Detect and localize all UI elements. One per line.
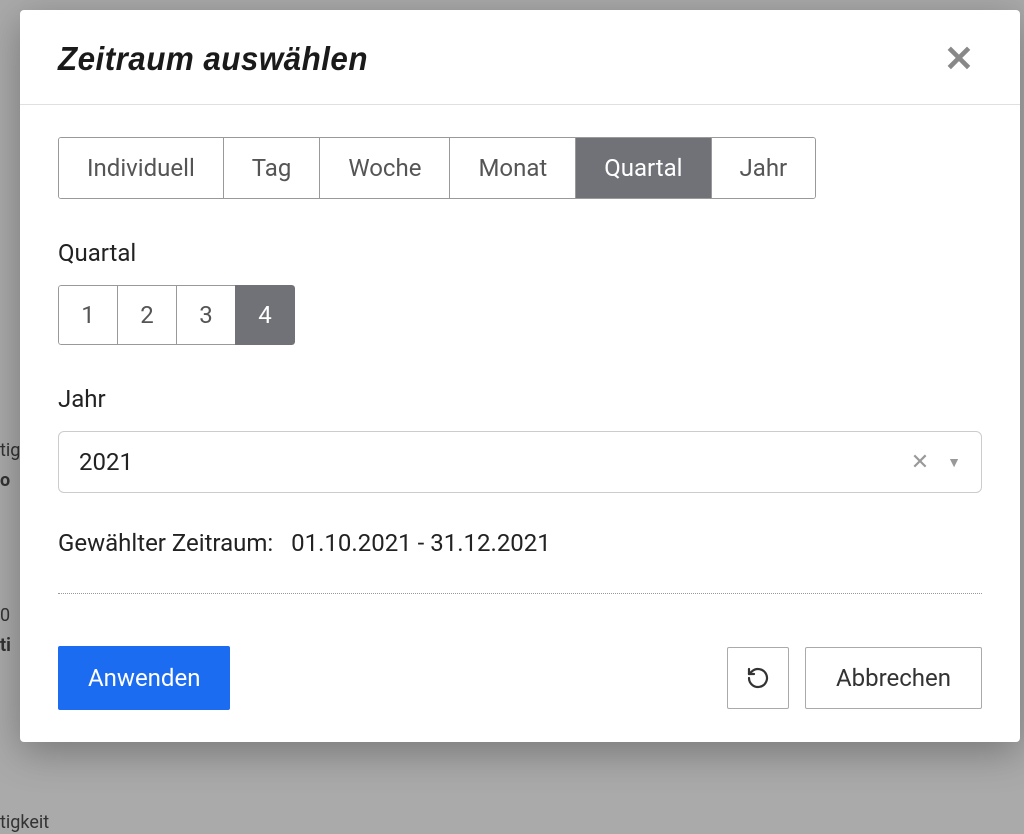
tab-individual[interactable]: Individuell xyxy=(59,138,224,198)
bg-fragment: ti xyxy=(0,635,11,656)
quarter-3-button[interactable]: 3 xyxy=(176,285,236,345)
chevron-down-icon: ▼ xyxy=(947,454,961,471)
modal-title: Zeitraum auswählen xyxy=(58,40,368,78)
undo-icon xyxy=(746,666,770,690)
year-select[interactable]: 2021 ✕ ▼ xyxy=(58,431,982,493)
selected-range-value: 01.10.2021 - 31.12.2021 xyxy=(291,529,551,557)
apply-button[interactable]: Anwenden xyxy=(58,646,230,710)
tab-quarter[interactable]: Quartal xyxy=(576,138,711,198)
cancel-button[interactable]: Abbrechen xyxy=(805,647,982,709)
time-range-modal: Zeitraum auswählen ✕ Individuell Tag Woc… xyxy=(20,10,1020,742)
tab-year[interactable]: Jahr xyxy=(712,138,816,198)
reset-button[interactable] xyxy=(727,647,789,709)
bg-fragment: o xyxy=(0,470,10,491)
year-label: Jahr xyxy=(58,385,982,413)
close-icon: ✕ xyxy=(944,38,974,79)
close-button[interactable]: ✕ xyxy=(936,41,982,77)
modal-footer: Anwenden Abbrechen xyxy=(20,646,1020,742)
modal-header: Zeitraum auswählen ✕ xyxy=(20,10,1020,105)
selected-range-label: Gewählter Zeitraum: xyxy=(58,529,273,557)
quarter-selector: 1 2 3 4 xyxy=(58,285,295,345)
tab-day[interactable]: Tag xyxy=(224,138,321,198)
clear-icon[interactable]: ✕ xyxy=(911,450,929,475)
selected-range: Gewählter Zeitraum: 01.10.2021 - 31.12.2… xyxy=(58,529,982,557)
bg-fragment: tigkeit xyxy=(0,812,49,833)
quarter-label: Quartal xyxy=(58,239,982,267)
bg-fragment: tig xyxy=(0,440,20,461)
year-value: 2021 xyxy=(79,448,911,476)
quarter-1-button[interactable]: 1 xyxy=(58,285,118,345)
tab-month[interactable]: Monat xyxy=(450,138,576,198)
quarter-4-button[interactable]: 4 xyxy=(235,285,295,345)
bg-fragment: 0 xyxy=(0,605,10,626)
range-type-tabs: Individuell Tag Woche Monat Quartal Jahr xyxy=(58,137,816,199)
modal-body: Individuell Tag Woche Monat Quartal Jahr… xyxy=(20,105,1020,646)
quarter-2-button[interactable]: 2 xyxy=(117,285,177,345)
divider xyxy=(58,593,982,594)
tab-week[interactable]: Woche xyxy=(320,138,450,198)
